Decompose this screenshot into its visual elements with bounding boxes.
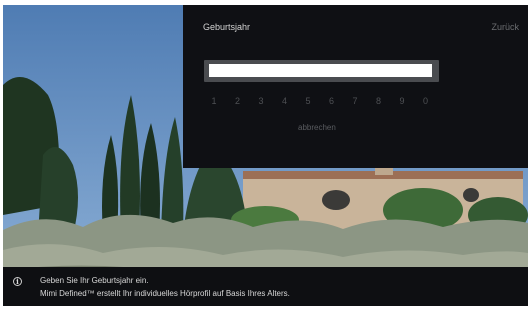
back-button[interactable]: Zurück <box>491 22 519 32</box>
digit-key-6[interactable]: 6 <box>325 96 339 106</box>
digit-key-4[interactable]: 4 <box>278 96 292 106</box>
birth-year-input-frame <box>204 60 439 82</box>
digit-key-0[interactable]: 0 <box>419 96 433 106</box>
dialog-title: Geburtsjahr <box>203 22 251 32</box>
digit-key-2[interactable]: 2 <box>231 96 245 106</box>
info-icon: i <box>13 277 22 286</box>
digit-keypad: 1 2 3 4 5 6 7 8 9 0 <box>207 96 437 108</box>
cancel-button[interactable]: abbrechen <box>298 123 336 132</box>
digit-key-8[interactable]: 8 <box>372 96 386 106</box>
birth-year-input[interactable] <box>209 64 432 77</box>
tv-screen: Geburtsjahr Zurück 1 2 3 4 5 6 7 8 9 0 a… <box>3 5 528 306</box>
digit-key-1[interactable]: 1 <box>207 96 221 106</box>
digit-key-5[interactable]: 5 <box>301 96 315 106</box>
digit-key-3[interactable]: 3 <box>254 96 268 106</box>
digit-key-9[interactable]: 9 <box>395 96 409 106</box>
info-instruction: Geben Sie Ihr Geburtsjahr ein. <box>40 276 149 285</box>
birth-year-dialog: Geburtsjahr Zurück 1 2 3 4 5 6 7 8 9 0 a… <box>183 5 528 168</box>
info-description: Mimi Defined™ erstellt Ihr individuelles… <box>40 289 290 298</box>
digit-key-7[interactable]: 7 <box>348 96 362 106</box>
info-bar: i Geben Sie Ihr Geburtsjahr ein. Mimi De… <box>3 267 528 306</box>
